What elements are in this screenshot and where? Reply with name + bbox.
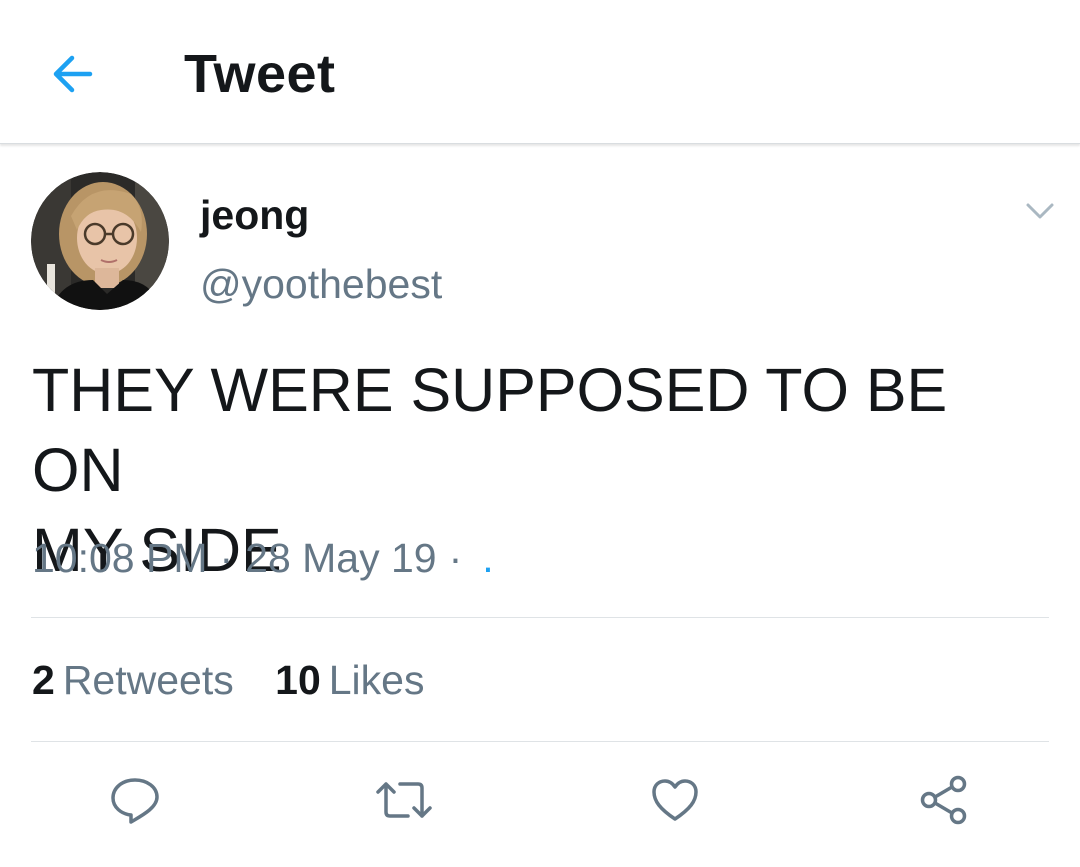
user-handle[interactable]: @yoothebest	[200, 259, 442, 309]
back-button[interactable]	[46, 48, 98, 100]
tweet-time: 10:08 PM	[32, 535, 208, 581]
retweet-icon	[376, 782, 432, 818]
reply-icon	[111, 778, 159, 824]
likes-label: Likes	[328, 657, 425, 703]
like-button[interactable]	[643, 768, 707, 832]
retweets-count: 2	[32, 657, 55, 703]
share-icon	[920, 775, 967, 825]
profile-photo	[31, 172, 169, 310]
tweet-stats: 2 Retweets 10 Likes	[32, 654, 454, 706]
avatar[interactable]	[31, 172, 169, 310]
chevron-down-icon	[1026, 203, 1054, 219]
retweet-button[interactable]	[372, 768, 436, 832]
like-heart-icon	[652, 779, 698, 821]
divider	[31, 617, 1049, 618]
display-name[interactable]: jeong	[200, 190, 309, 240]
retweets-stat[interactable]: 2 Retweets	[32, 654, 234, 706]
separator-dot: ·	[219, 535, 234, 581]
reply-button[interactable]	[103, 768, 167, 832]
share-button[interactable]	[912, 768, 976, 832]
tweet-text-line: THEY WERE SUPPOSED TO BE ON	[32, 356, 948, 504]
tweet-timestamp: 10:08 PM · 28 May 19 ·.	[32, 532, 494, 584]
likes-count: 10	[275, 657, 321, 703]
top-app-bar: Tweet	[0, 0, 1080, 144]
tweet-options-button[interactable]	[1018, 196, 1062, 226]
tweet-source-link[interactable]: .	[474, 535, 493, 581]
arrow-left-icon	[53, 55, 93, 93]
page-title: Tweet	[184, 44, 336, 104]
likes-stat[interactable]: 10 Likes	[275, 654, 424, 706]
divider	[31, 741, 1049, 742]
separator-dot: ·	[448, 535, 463, 581]
tweet-date: 28 May 19	[245, 535, 437, 581]
retweets-label: Retweets	[62, 657, 234, 703]
